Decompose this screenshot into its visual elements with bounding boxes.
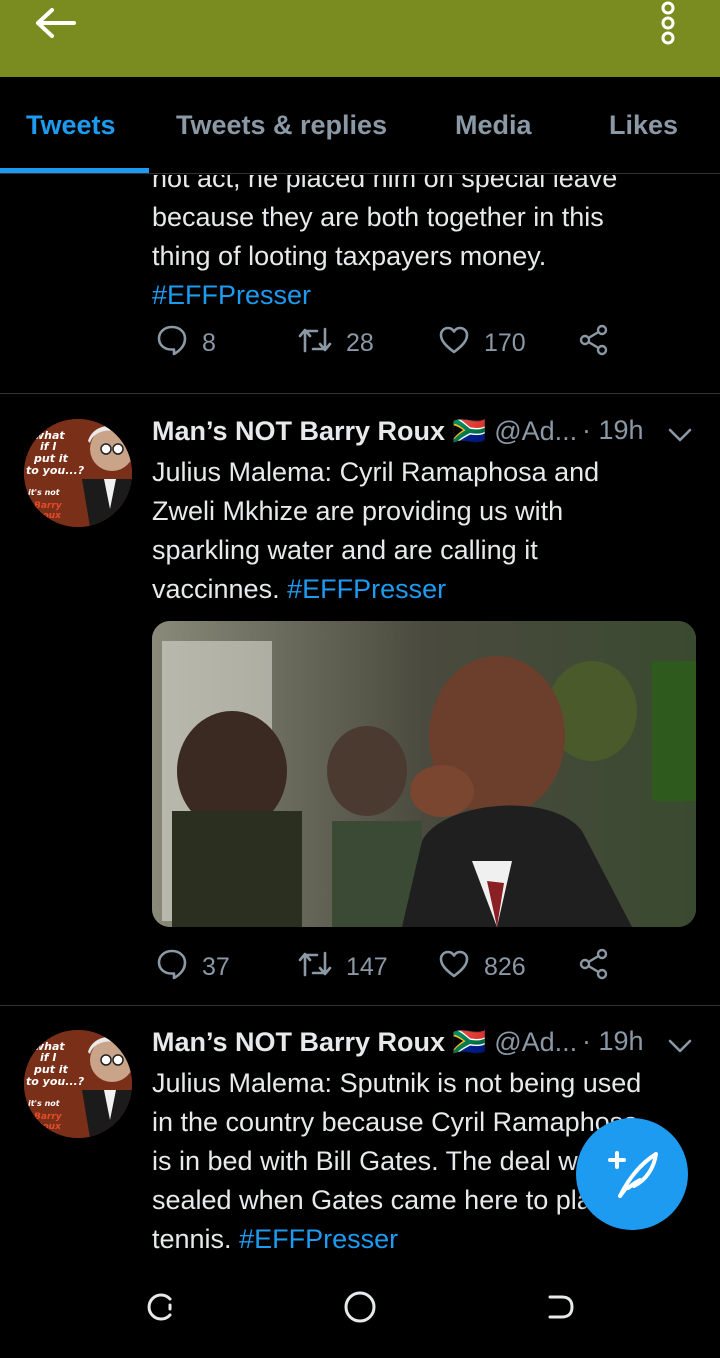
reply-icon bbox=[156, 948, 202, 987]
compose-tweet-button[interactable] bbox=[576, 1118, 688, 1230]
retweet-count: 147 bbox=[346, 952, 388, 981]
tweet-header: Man’s NOT Barry Roux 🇿🇦 @Ad... · 19h bbox=[152, 415, 697, 449]
author-handle[interactable]: @Ad... bbox=[494, 1027, 577, 1057]
tweet-text-line: Zweli Mkhize are providing us with bbox=[152, 496, 564, 526]
svg-text:it's not: it's not bbox=[28, 488, 61, 497]
tweet-text-line: sparkling water and are calling it bbox=[152, 535, 538, 565]
tweet-text-line: because they are both together in this bbox=[152, 202, 604, 232]
hashtag-link[interactable]: #EFFPresser bbox=[239, 1224, 398, 1254]
compose-feather-icon bbox=[576, 1151, 688, 1234]
reply-button[interactable]: 8 bbox=[156, 323, 216, 363]
avatar[interactable]: what if I put it to you...? it's not Bar… bbox=[24, 419, 132, 527]
svg-text:it's not: it's not bbox=[28, 1099, 61, 1108]
retweet-count: 28 bbox=[346, 328, 374, 357]
tweet-text: not act, he placed him on special leave … bbox=[152, 175, 697, 315]
retweet-button[interactable]: 28 bbox=[298, 323, 374, 363]
system-nav-bar bbox=[0, 1255, 720, 1358]
retweet-button[interactable]: 147 bbox=[298, 947, 388, 987]
share-button[interactable] bbox=[578, 323, 624, 363]
svg-text:to you...?: to you...? bbox=[26, 1075, 85, 1088]
tweet-photo[interactable] bbox=[152, 621, 696, 927]
tweet-text-fragment: tennis. bbox=[152, 1224, 232, 1254]
more-vertical-icon[interactable] bbox=[652, 0, 684, 46]
heart-icon bbox=[438, 325, 484, 362]
author-name[interactable]: Man’s NOT Barry Roux 🇿🇦 bbox=[152, 1027, 486, 1057]
tweet-text-line: Julius Malema: Cyril Ramaphosa and bbox=[152, 457, 600, 487]
tweet-timestamp: · 19h bbox=[582, 415, 644, 445]
tweet-actions: 37 147 826 bbox=[152, 947, 697, 987]
svg-text:to you...?: to you...? bbox=[26, 464, 85, 477]
reply-count: 37 bbox=[202, 952, 230, 981]
like-button[interactable]: 826 bbox=[438, 947, 526, 987]
svg-text:Barry: Barry bbox=[34, 501, 63, 511]
hashtag-link[interactable]: #EFFPresser bbox=[152, 276, 697, 315]
reply-count: 8 bbox=[202, 328, 216, 357]
retweet-icon bbox=[298, 949, 346, 986]
home-circle-icon[interactable] bbox=[342, 1289, 378, 1325]
tweet-text-line: not act, he placed him on special leave bbox=[152, 175, 618, 193]
tweet-text-line: vaccinnes. #EFFPresser bbox=[152, 570, 697, 609]
profile-tabs: Tweets Tweets & replies Media Likes bbox=[0, 78, 720, 174]
reply-button[interactable]: 37 bbox=[156, 947, 230, 987]
author-name[interactable]: Man’s NOT Barry Roux 🇿🇦 bbox=[152, 416, 486, 446]
tweet-feed[interactable]: not act, he placed him on special leave … bbox=[0, 175, 720, 1255]
tab-tweets[interactable]: Tweets bbox=[26, 110, 116, 141]
tweet-partial[interactable]: not act, he placed him on special leave … bbox=[0, 175, 720, 394]
svg-text:Roux: Roux bbox=[36, 1122, 62, 1132]
reply-icon bbox=[156, 324, 202, 363]
heart-icon bbox=[438, 949, 484, 986]
back-nav-icon[interactable] bbox=[542, 1289, 578, 1325]
tab-likes[interactable]: Likes bbox=[609, 110, 678, 141]
tweet-actions: 8 28 170 bbox=[152, 323, 697, 363]
tweet-text: Julius Malema: Cyril Ramaphosa and Zweli… bbox=[152, 453, 697, 609]
tweet-timestamp: · 19h bbox=[582, 1026, 644, 1056]
tweet-text-fragment: vaccinnes. bbox=[152, 574, 280, 604]
like-count: 826 bbox=[484, 952, 526, 981]
share-icon bbox=[578, 948, 624, 987]
app-bar bbox=[0, 0, 720, 77]
recent-apps-icon[interactable] bbox=[142, 1289, 178, 1325]
tweet-text-line: thing of looting taxpayers money. bbox=[152, 241, 547, 271]
active-tab-indicator bbox=[0, 168, 149, 173]
hashtag-link[interactable]: #EFFPresser bbox=[287, 574, 446, 604]
svg-text:Barry: Barry bbox=[34, 1112, 63, 1122]
share-icon bbox=[578, 324, 624, 363]
svg-text:Roux: Roux bbox=[36, 511, 62, 521]
author-handle[interactable]: @Ad... bbox=[494, 416, 577, 446]
arrow-left-icon[interactable] bbox=[34, 4, 80, 42]
chevron-down-icon[interactable] bbox=[666, 421, 694, 442]
retweet-icon bbox=[298, 325, 346, 362]
share-button[interactable] bbox=[578, 947, 624, 987]
avatar[interactable]: what if I put it to you...? it's not Bar… bbox=[24, 1030, 132, 1138]
tweet[interactable]: what if I put it to you...? it's not Bar… bbox=[0, 395, 720, 1006]
like-count: 170 bbox=[484, 328, 526, 357]
chevron-down-icon[interactable] bbox=[666, 1032, 694, 1053]
tab-media[interactable]: Media bbox=[455, 110, 532, 141]
tweet-header: Man’s NOT Barry Roux 🇿🇦 @Ad... · 19h bbox=[152, 1026, 697, 1060]
like-button[interactable]: 170 bbox=[438, 323, 526, 363]
tweet-text-line: Julius Malema: Sputnik is not being used bbox=[152, 1068, 642, 1098]
tab-tweets-replies[interactable]: Tweets & replies bbox=[176, 110, 387, 141]
